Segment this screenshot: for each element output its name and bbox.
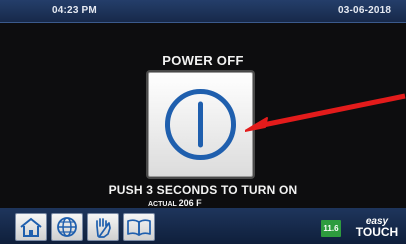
actual-value: 206 F [178,198,202,208]
power-button[interactable] [148,72,253,177]
power-status-title: POWER OFF [162,53,244,68]
hand-icon [96,218,111,238]
power-icon [165,89,236,160]
bottom-toolbar: 11.6 easy TOUCH [0,208,406,244]
home-button[interactable] [15,213,47,241]
clock-time: 04:23 PM [52,5,97,16]
brand-line-2: TOUCH [355,225,399,239]
touchscreen-display: 04:23 PM 03-06-2018 POWER OFF PUSH 3 SEC… [0,0,406,244]
book-icon [127,219,151,236]
globe-icon [57,217,77,237]
red-arrow-annotation [245,93,406,132]
easytouch-logo: easy TOUCH [350,216,404,238]
clean-button[interactable] [87,213,119,241]
home-icon [20,217,42,237]
manual-button[interactable] [123,213,155,241]
actual-label: ACTUAL [148,201,177,208]
power-instruction: PUSH 3 SECONDS TO TURN ON [108,183,298,197]
language-button[interactable] [51,213,83,241]
clock-date: 03-06-2018 [338,5,392,16]
status-badge: 11.6 [321,220,341,237]
actual-temperature: ACTUAL 206 F [148,198,202,208]
status-bar: 04:23 PM 03-06-2018 [0,0,406,23]
